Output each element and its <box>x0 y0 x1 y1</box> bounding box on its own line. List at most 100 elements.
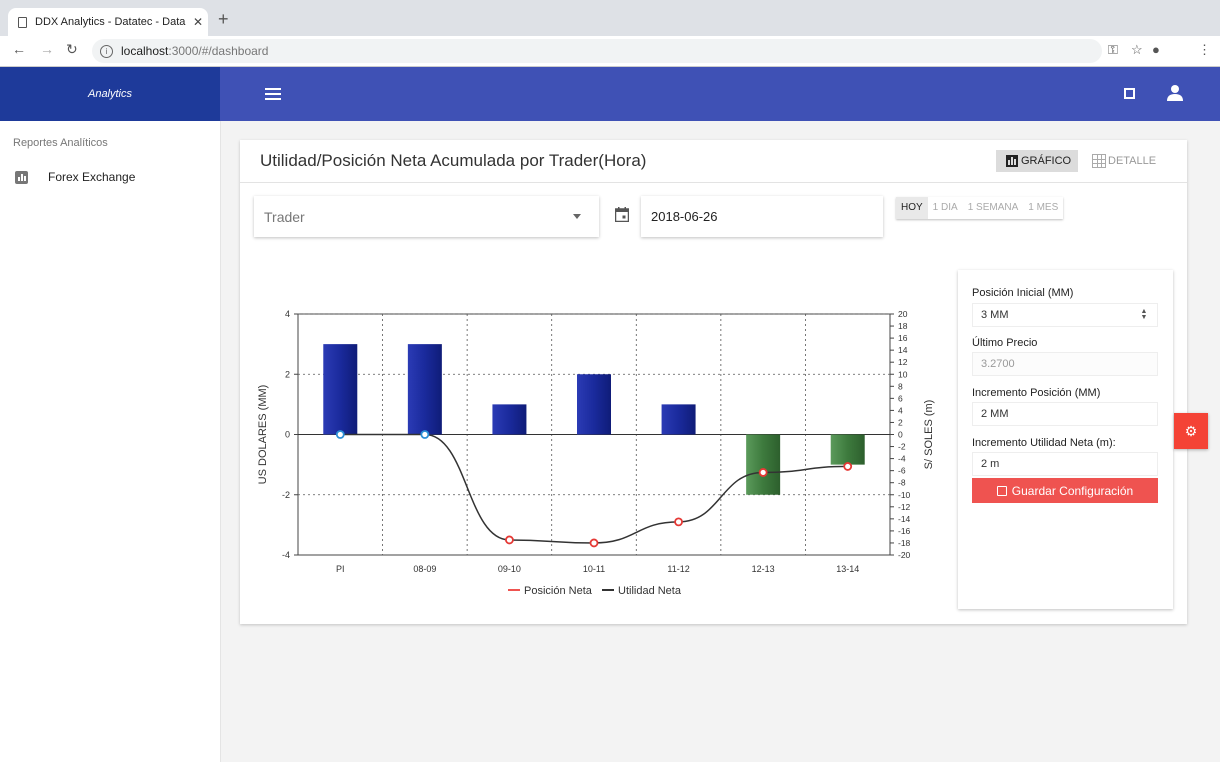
bar-posicion-neta <box>492 404 527 435</box>
tab-title: DDX Analytics - Datatec - Data <box>35 16 186 28</box>
y2-axis-tick-label: -4 <box>898 454 906 464</box>
back-icon[interactable]: ← <box>12 41 26 57</box>
user-icon[interactable] <box>1166 84 1184 102</box>
menu-dots-icon[interactable]: ⋮ <box>1198 42 1211 58</box>
config-panel: Posición Inicial (MM) 3 MM ▲ ▼ Último Pre… <box>958 270 1173 609</box>
point-utilidad-neta <box>420 430 430 439</box>
detalle-view-button[interactable]: DETALLE <box>1092 150 1167 172</box>
incremento-posicion-label: Incremento Posición (MM) <box>972 387 1101 399</box>
x-axis-tick-label: 10-11 <box>583 564 605 574</box>
range-1-mes[interactable]: 1 MES <box>1023 197 1063 219</box>
grafico-label: GRÁFICO <box>1021 155 1072 167</box>
range-1-semana[interactable]: 1 SEMANA <box>963 197 1024 219</box>
point-utilidad-neta <box>335 430 345 439</box>
key-icon[interactable]: ⚿ <box>1108 42 1118 58</box>
point-utilidad-neta <box>589 538 599 548</box>
legend-label-posicion-neta: Posición Neta <box>524 585 593 597</box>
settings-gear-button[interactable]: ⚙ <box>1174 413 1208 449</box>
y2-axis-tick-label: -16 <box>898 526 911 536</box>
forward-icon[interactable]: → <box>40 41 54 57</box>
y2-axis-tick-label: 10 <box>898 369 908 379</box>
reload-icon[interactable]: ↻ <box>66 41 78 58</box>
y2-axis-tick-label: 0 <box>898 430 903 440</box>
fullscreen-icon[interactable] <box>1124 88 1135 99</box>
profile-icon[interactable]: ● <box>1152 42 1160 57</box>
bar-posicion-neta <box>577 374 611 435</box>
bar-posicion-neta <box>323 344 358 435</box>
ultimo-precio-input: 3.2700 <box>972 352 1158 376</box>
url-input[interactable]: i localhost:3000/#/dashboard <box>92 39 1102 63</box>
y2-axis-tick-label: 8 <box>898 381 903 391</box>
incremento-utilidad-value: 2 m <box>981 458 1000 470</box>
y2-axis-tick-label: 20 <box>898 309 908 319</box>
y2-axis-title: S/ SOLES (m) <box>923 400 935 470</box>
y2-axis-tick-label: -12 <box>898 502 911 512</box>
y-axis-tick-label: 2 <box>285 369 290 379</box>
detalle-label: DETALLE <box>1108 155 1157 167</box>
x-axis-tick-label: PI <box>336 564 345 574</box>
bookmark-star-icon[interactable]: ☆ <box>1131 42 1143 58</box>
gear-icon: ⚙ <box>1184 422 1198 439</box>
incremento-posicion-input[interactable]: 2 MM <box>972 402 1158 426</box>
bar-posicion-neta <box>407 344 442 435</box>
bar-chart-icon <box>15 170 28 184</box>
y2-axis-tick-label: -18 <box>898 538 911 548</box>
y-axis-tick-label: -2 <box>282 490 290 500</box>
save-icon <box>996 485 1007 496</box>
incremento-posicion-value: 2 MM <box>981 408 1009 420</box>
bar-posicion-neta <box>661 404 696 435</box>
y-axis-title: US DOLARES (MM) <box>257 385 269 485</box>
close-tab-icon[interactable]: ✕ <box>188 15 208 29</box>
y2-axis-tick-label: 4 <box>898 405 903 415</box>
brand: Analytics <box>0 67 220 121</box>
new-tab-icon[interactable]: + <box>218 9 229 30</box>
point-utilidad-neta <box>758 468 768 477</box>
x-axis-tick-label: 09-10 <box>498 564 521 574</box>
point-utilidad-neta <box>843 462 853 471</box>
x-axis-tick-label: 11-12 <box>667 564 689 574</box>
browser-tab[interactable]: DDX Analytics - Datatec - Data ✕ <box>8 8 208 36</box>
sidebar: Reportes Analíticos Forex Exchange <box>0 121 221 762</box>
posicion-inicial-input[interactable]: 3 MM ▲ ▼ <box>972 303 1158 327</box>
app-bar <box>220 67 1220 121</box>
bar-posicion-neta <box>746 434 781 495</box>
bar-chart-icon <box>1006 155 1018 167</box>
sidebar-item-forex-exchange[interactable]: Forex Exchange <box>0 165 220 189</box>
x-axis-tick-label: 13-14 <box>836 564 859 574</box>
point-utilidad-neta <box>505 535 514 545</box>
y2-axis-tick-label: 14 <box>898 345 908 355</box>
legend-label-utilidad-neta: Utilidad Neta <box>618 585 682 597</box>
y-axis-tick-label: 4 <box>285 309 290 319</box>
incremento-utilidad-input[interactable]: 2 m <box>972 452 1158 476</box>
y2-axis-tick-label: 16 <box>898 333 908 343</box>
y-axis-tick-label: -4 <box>282 550 290 560</box>
hamburger-menu-icon[interactable] <box>265 88 281 100</box>
y2-axis-tick-label: -6 <box>898 466 906 476</box>
url-host: localhost <box>121 44 169 58</box>
bar-posicion-neta <box>830 434 865 465</box>
report-card: Utilidad/Posición Neta Acumulada por Tra… <box>240 140 1187 624</box>
sidebar-section-title: Reportes Analíticos <box>13 137 108 149</box>
y2-axis-tick-label: 18 <box>898 321 908 331</box>
grafico-view-button[interactable]: GRÁFICO <box>996 150 1078 172</box>
ultimo-precio-value: 3.2700 <box>981 358 1015 370</box>
ultimo-precio-label: Último Precio <box>972 337 1038 349</box>
info-icon[interactable]: i <box>100 44 113 58</box>
page-icon <box>18 16 27 28</box>
address-bar: ← → ↻ i localhost:3000/#/dashboard ⚿ ☆ ●… <box>0 36 1220 67</box>
browser-tab-bar: DDX Analytics - Datatec - Data ✕ + <box>0 0 1220 36</box>
brand-label: Analytics <box>87 88 133 100</box>
sidebar-item-label: Forex Exchange <box>48 170 136 184</box>
save-config-button[interactable]: Guardar Configuración <box>972 478 1158 503</box>
y-axis-tick-label: 0 <box>285 430 290 440</box>
stepper-icon[interactable]: ▲ ▼ <box>1139 308 1149 321</box>
y2-axis-tick-label: -14 <box>898 514 911 524</box>
posicion-inicial-value: 3 MM <box>981 309 1009 321</box>
x-axis-tick-label: 12-13 <box>752 564 775 574</box>
y2-axis-tick-label: -2 <box>898 442 906 452</box>
y2-axis-tick-label: -20 <box>898 550 911 560</box>
y2-axis-tick-label: -10 <box>898 490 911 500</box>
url-path: :3000/#/dashboard <box>168 44 269 58</box>
save-label: Guardar Configuración <box>1011 483 1134 498</box>
x-axis-tick-label: 08-09 <box>413 564 436 574</box>
